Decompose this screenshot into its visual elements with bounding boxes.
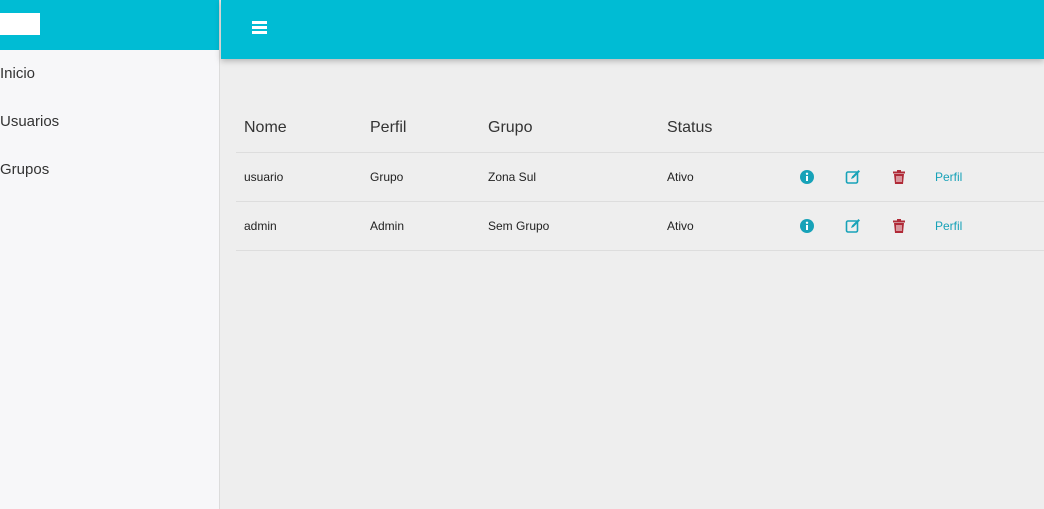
cell-grupo: Zona Sul [480,152,659,202]
perfil-link-cell: Perfil [927,201,1044,251]
perfil-link[interactable]: Perfil [935,219,962,233]
brand-logo[interactable] [0,13,40,35]
sidebar-item-inicio[interactable]: Inicio [0,50,219,98]
sidebar-item-usuarios[interactable]: Usuarios [0,98,219,146]
cell-perfil: Grupo [362,152,480,202]
main-content: Nome Perfil Grupo Status usuario Grupo Z… [236,103,1044,251]
edit-icon[interactable] [845,169,861,185]
edit-cell [837,201,883,251]
cell-perfil: Admin [362,201,480,251]
info-icon[interactable] [799,169,815,185]
header-empty [927,103,1044,153]
perfil-link[interactable]: Perfil [935,170,962,184]
table-row: admin Admin Sem Grupo Ativo Perfil [236,201,1044,251]
header-status: Status [659,103,791,153]
hamburger-menu-icon[interactable] [252,21,267,35]
cell-nome: admin [236,201,362,251]
info-cell [791,201,837,251]
info-cell [791,152,837,202]
perfil-link-cell: Perfil [927,152,1044,202]
table-row: usuario Grupo Zona Sul Ativo Perfil [236,152,1044,202]
header-nome: Nome [236,103,362,153]
trash-icon[interactable] [891,218,907,234]
cell-grupo: Sem Grupo [480,201,659,251]
cell-status: Ativo [659,152,791,202]
edit-icon[interactable] [845,218,861,234]
header-grupo: Grupo [480,103,659,153]
cell-nome: usuario [236,152,362,202]
header-empty [791,103,837,153]
topbar [221,0,1044,59]
info-icon[interactable] [799,218,815,234]
sidebar: Inicio Usuarios Grupos [0,0,220,509]
sidebar-brand [0,0,219,50]
users-table: Nome Perfil Grupo Status usuario Grupo Z… [236,103,1044,251]
header-empty [883,103,927,153]
table-header-row: Nome Perfil Grupo Status [236,103,1044,153]
cell-status: Ativo [659,201,791,251]
sidebar-item-grupos[interactable]: Grupos [0,146,219,194]
edit-cell [837,152,883,202]
header-perfil: Perfil [362,103,480,153]
delete-cell [883,201,927,251]
header-empty [837,103,883,153]
delete-cell [883,152,927,202]
trash-icon[interactable] [891,169,907,185]
